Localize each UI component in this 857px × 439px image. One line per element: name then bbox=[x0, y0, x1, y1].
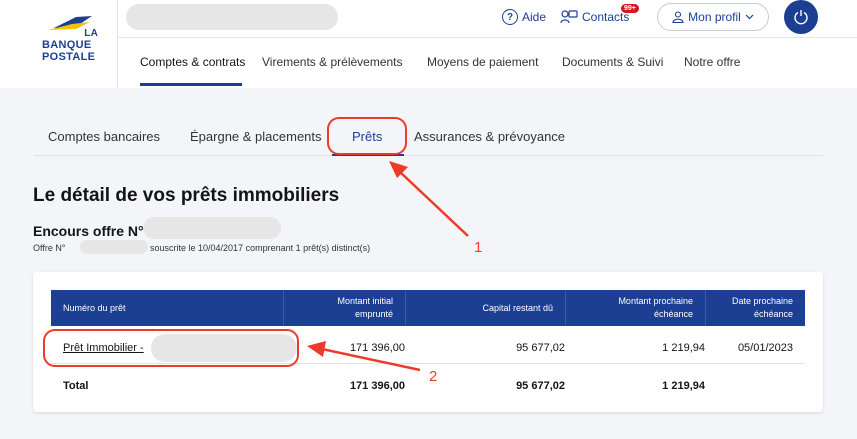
question-circle-icon: ? bbox=[502, 9, 518, 25]
header-echeance-line1: Montant prochaine bbox=[618, 296, 693, 306]
header-horizontal-divider bbox=[117, 37, 857, 38]
nav-moyens-paiement[interactable]: Moyens de paiement bbox=[427, 55, 538, 69]
cell-date: 05/01/2023 bbox=[737, 342, 793, 354]
nav-virements[interactable]: Virements & prélèvements bbox=[262, 55, 403, 69]
contacts-count-badge: 99+ bbox=[621, 4, 639, 13]
header-date-line2: échéance bbox=[753, 309, 793, 319]
header-date: Date prochaine échéance bbox=[705, 290, 805, 326]
logo-text-banque: BANQUE bbox=[42, 39, 92, 51]
annotation-number-1: 1 bbox=[474, 239, 483, 256]
nav-comptes-contrats[interactable]: Comptes & contrats bbox=[140, 55, 245, 69]
redacted-customer-name bbox=[126, 4, 338, 30]
total-label: Total bbox=[63, 380, 89, 392]
header-date-line1: Date prochaine bbox=[731, 296, 793, 306]
logo-text-la: LA bbox=[84, 28, 98, 39]
profile-label: Mon profil bbox=[688, 10, 741, 24]
nav-notre-offre[interactable]: Notre offre bbox=[684, 55, 740, 69]
annotation-box-prets-tab bbox=[327, 117, 407, 155]
header-montant-line2: emprunté bbox=[354, 309, 393, 319]
user-icon bbox=[672, 11, 684, 23]
nav-active-indicator bbox=[140, 83, 242, 86]
nav-documents-suivi[interactable]: Documents & Suivi bbox=[562, 55, 663, 69]
power-icon bbox=[794, 10, 808, 25]
header-numero-label: Numéro du prêt bbox=[63, 302, 126, 313]
tabs-divider bbox=[34, 155, 823, 156]
header-echeance: Montant prochaine échéance bbox=[565, 290, 705, 326]
header-montant: Montant initial emprunté bbox=[283, 290, 405, 326]
redacted-offer-number-small bbox=[80, 240, 148, 254]
header-numero: Numéro du prêt bbox=[51, 290, 283, 326]
header-capital-label: Capital restant dû bbox=[482, 302, 553, 313]
annotation-arrow-1 bbox=[389, 161, 469, 237]
total-montant: 171 396,00 bbox=[349, 380, 405, 392]
contacts-link[interactable]: Contacts 99+ bbox=[560, 4, 639, 27]
annotation-number-2: 2 bbox=[429, 368, 438, 385]
cell-echeance: 1 219,94 bbox=[662, 342, 705, 354]
tab-assurances-prevoyance[interactable]: Assurances & prévoyance bbox=[414, 129, 565, 144]
annotation-box-loan-link bbox=[43, 329, 299, 367]
header-vertical-divider bbox=[117, 0, 118, 88]
header-montant-line1: Montant initial bbox=[337, 296, 393, 306]
table-header: Numéro du prêt Montant initial emprunté … bbox=[51, 290, 805, 326]
redacted-offer-number bbox=[143, 217, 281, 239]
chevron-down-icon bbox=[745, 14, 754, 20]
cell-capital: 95 677,02 bbox=[516, 342, 565, 354]
la-banque-postale-logo[interactable]: LA BANQUE POSTALE bbox=[38, 14, 102, 66]
total-echeance: 1 219,94 bbox=[662, 380, 705, 392]
contacts-icon bbox=[560, 10, 578, 24]
table-total-row: Total 171 396,00 95 677,02 1 219,94 bbox=[51, 372, 805, 402]
top-header: LA BANQUE POSTALE ? Aide Contacts 99+ Mo… bbox=[0, 0, 857, 88]
header-echeance-line2: échéance bbox=[653, 309, 693, 319]
header-capital: Capital restant dû bbox=[405, 290, 565, 326]
tab-epargne-placements[interactable]: Épargne & placements bbox=[190, 129, 322, 144]
tab-comptes-bancaires[interactable]: Comptes bancaires bbox=[48, 129, 160, 144]
help-label: Aide bbox=[522, 10, 547, 24]
logout-button[interactable] bbox=[784, 0, 818, 34]
offer-title: Encours offre N° bbox=[33, 223, 144, 239]
cell-montant: 171 396,00 bbox=[349, 342, 405, 354]
total-capital: 95 677,02 bbox=[516, 380, 565, 392]
logo-text-postale: POSTALE bbox=[42, 51, 96, 63]
offer-line-suffix: souscrite le 10/04/2017 comprenant 1 prê… bbox=[150, 243, 371, 253]
offer-line-prefix: Offre N° bbox=[33, 243, 66, 253]
help-link[interactable]: ? Aide bbox=[502, 7, 546, 27]
page-title: Le détail de vos prêts immobiliers bbox=[33, 185, 340, 206]
profile-button[interactable]: Mon profil bbox=[657, 3, 769, 31]
